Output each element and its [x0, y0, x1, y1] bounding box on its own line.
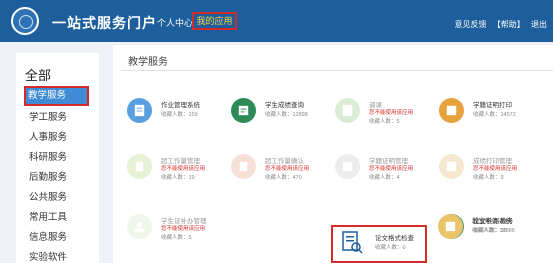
app-favorite-count: 收藏人数：9	[473, 175, 504, 181]
app-favorite-count: 收藏人数：12886	[472, 228, 515, 234]
header-links: 意见反馈 【帮助】 退出	[451, 19, 547, 30]
homework-icon	[127, 98, 152, 123]
sidebar-item-research[interactable]: 科研服务	[26, 148, 90, 167]
app-favorite-count: 收藏人数：19	[161, 175, 195, 181]
university-logo-icon	[11, 7, 39, 35]
app-favorite-count: 收藏人数：4	[369, 175, 400, 181]
top-header: 一站式服务门户 个人中心 我的应用 意见反馈 【帮助】 退出	[0, 0, 553, 42]
app-name: 学籍证明打印	[473, 102, 512, 109]
sidebar-item-tools[interactable]: 常用工具	[26, 208, 90, 227]
sidebar-item-lab-software[interactable]: 实验软件	[26, 248, 90, 263]
app-favorite-count: 收藏人数：159	[161, 112, 198, 118]
course-adjust-icon	[335, 98, 360, 123]
app-tile-homework[interactable]: 作业管理系统 收藏人数：159	[127, 96, 227, 136]
feedback-link[interactable]: 意见反馈	[455, 20, 487, 29]
thesis-check-icon	[341, 230, 363, 254]
sidebar-item-student-affairs[interactable]: 学工服务	[26, 108, 90, 127]
nav-my-apps[interactable]: 我的应用	[192, 12, 237, 30]
sidebar: 全部 教学服务 学工服务 人事服务 科研服务 后勤服务 公共服务 常用工具 信息…	[16, 53, 99, 263]
enrollment-manage-icon	[335, 154, 360, 179]
app-permission-warning: 您不能使用该应用	[265, 166, 310, 172]
sidebar-item-public[interactable]: 公共服务	[26, 188, 90, 207]
app-favorite-count: 收藏人数：5	[161, 235, 192, 241]
app-permission-warning: 您不能使用该应用	[369, 166, 414, 172]
enrollment-print-icon	[439, 98, 464, 123]
sidebar-item-info[interactable]: 信息服务	[26, 228, 90, 247]
app-tile-student-card-reissue[interactable]: 学生证补办管理 您不能使用该应用 收藏人数：5	[127, 212, 227, 252]
section-divider	[121, 70, 553, 71]
student-card-icon	[127, 214, 152, 239]
app-tile-thesis-format-check[interactable]: 论文格式检查 收藏人数：0	[341, 230, 441, 263]
app-permission-warning: 您不能使用该应用	[161, 166, 206, 172]
grade-print-manage-icon	[439, 154, 464, 179]
sidebar-item-teaching[interactable]: 教学服务	[24, 86, 89, 106]
app-name: 作业管理系统	[161, 102, 200, 109]
app-name: 论文格式检查	[375, 235, 414, 242]
app-name: 教室申请-教务	[472, 218, 514, 225]
app-favorite-count: 收藏人数：12898	[265, 112, 308, 118]
help-link[interactable]: 【帮助】	[493, 20, 525, 29]
app-favorite-count: 收藏人数：5	[369, 119, 400, 125]
app-tile-overload-confirm[interactable]: 超工作量确认 您不能使用该应用 收藏人数：470	[231, 152, 331, 192]
nav-personal-center[interactable]: 个人中心	[157, 16, 193, 29]
app-name: 学生成绩查询	[265, 102, 304, 109]
app-permission-warning: 您不能使用该应用	[369, 110, 414, 116]
app-tile-classroom-request[interactable]: 教室申请-教务 收藏人数：12886	[438, 212, 538, 252]
app-tile-enrollment-manage[interactable]: 学籍证明管理 您不能使用该应用 收藏人数：4	[335, 152, 435, 192]
app-favorite-count: 收藏人数：0	[375, 245, 406, 251]
section-title: 教学服务	[128, 57, 168, 68]
sidebar-all-label[interactable]: 全部	[25, 65, 51, 84]
grade-query-icon	[231, 98, 256, 123]
app-permission-warning: 您不能使用该应用	[473, 166, 518, 172]
app-tile-overload-manage[interactable]: 超工作量管理 您不能使用该应用 收藏人数：19	[127, 152, 227, 192]
classroom-request-icon	[438, 214, 463, 239]
app-tile-course-adjust[interactable]: 调课 您不能使用该应用 收藏人数：5	[335, 96, 435, 136]
app-tile-enrollment-print[interactable]: 学籍证明打印 收藏人数：14572	[439, 96, 539, 136]
sidebar-item-hr[interactable]: 人事服务	[26, 128, 90, 147]
app-tile-grade-query[interactable]: 学生成绩查询 收藏人数：12898	[231, 96, 331, 136]
app-permission-warning: 您不能使用该应用	[161, 226, 206, 232]
app-favorite-count: 收藏人数：470	[265, 175, 302, 181]
logout-link[interactable]: 退出	[531, 20, 547, 29]
app-favorite-count: 收藏人数：14572	[473, 112, 516, 118]
sidebar-item-logistics[interactable]: 后勤服务	[26, 168, 90, 187]
overload-confirm-icon	[231, 154, 256, 179]
overload-manage-icon	[127, 154, 152, 179]
portal-title: 一站式服务门户	[52, 15, 157, 31]
app-tile-grade-print-manage[interactable]: 成绩打印管理 您不能使用该应用 收藏人数：9	[439, 152, 539, 192]
